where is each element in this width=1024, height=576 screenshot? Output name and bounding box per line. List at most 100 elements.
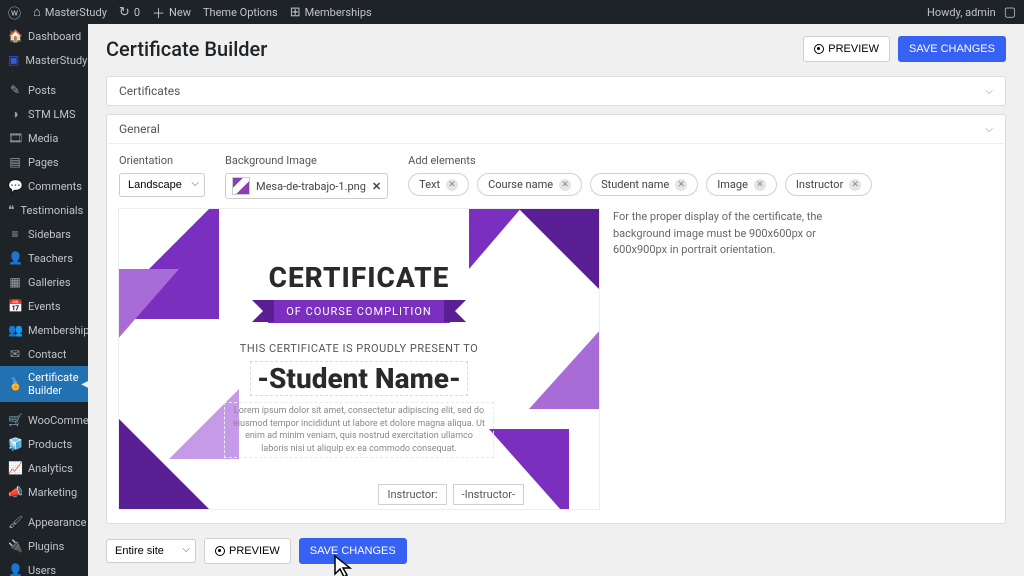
sidebar-item-label: Products <box>28 438 72 451</box>
menu-icon: ▣ <box>8 53 19 67</box>
sidebar-item-plugins[interactable]: 🔌Plugins <box>0 534 88 558</box>
site-link[interactable]: ⌂MasterStudy <box>33 4 107 20</box>
sidebar-item-contact[interactable]: ✉ Contact <box>0 342 88 366</box>
sidebar-item-label: WooCommerce <box>28 414 88 427</box>
add-element-student-name[interactable]: Student name✕ <box>590 173 698 196</box>
deco-triangle <box>119 269 179 349</box>
eye-icon <box>215 546 225 556</box>
main-content: Certificate Builder PREVIEW SAVE CHANGES… <box>88 24 1024 576</box>
sidebar-item-label: Appearance <box>28 516 87 529</box>
chip-action-icon: ✕ <box>446 179 458 191</box>
sidebar-item-label: Dashboard <box>28 30 81 43</box>
sidebar-item-products[interactable]: 🧊 Products <box>0 432 88 456</box>
certificate-canvas[interactable]: CERTIFICATE OF COURSE COMPLITION THIS CE… <box>119 209 599 509</box>
memberships-link[interactable]: ⊞Memberships <box>290 5 372 20</box>
chip-action-icon: ✕ <box>675 179 687 191</box>
sidebar-item-media[interactable]: 🎞Media <box>0 126 88 150</box>
menu-icon: 📈 <box>8 461 22 475</box>
sidebar-item-label: Marketing <box>28 486 77 499</box>
theme-options-link[interactable]: Theme Options <box>203 6 278 19</box>
bg-image-field[interactable]: Mesa-de-trabajo-1.png ✕ <box>225 173 388 199</box>
chip-action-icon: ✕ <box>754 179 766 191</box>
menu-icon: 🏅 <box>8 377 22 391</box>
deco-triangle <box>529 309 599 409</box>
orientation-select[interactable]: Landscape <box>119 173 205 197</box>
cert-body-text[interactable]: Lorem ipsum dolor sit amet, consectetur … <box>224 402 494 458</box>
footer-preview-button[interactable]: PREVIEW <box>204 538 291 564</box>
cert-ribbon[interactable]: OF COURSE COMPLITION <box>268 300 450 323</box>
sidebar-item-label: Memberships <box>28 324 88 337</box>
chip-action-icon: ✕ <box>559 179 571 191</box>
menu-icon: 💬 <box>8 179 22 193</box>
sidebar-item-marketing[interactable]: 📣Marketing <box>0 480 88 504</box>
sidebar-item-appearance[interactable]: 🖌 Appearance <box>0 510 88 534</box>
sidebar-item-label: Contact <box>28 348 66 361</box>
menu-icon: ✉ <box>8 347 22 361</box>
menu-icon: 👥 <box>8 323 22 337</box>
sidebar-item-galleries[interactable]: ▦Galleries <box>0 270 88 294</box>
sidebar-item-comments[interactable]: 💬Comments <box>0 174 88 198</box>
sidebar-item-label: Posts <box>28 84 56 97</box>
menu-icon: 🖌 <box>8 515 22 529</box>
sidebar-item-sidebars[interactable]: ≡Sidebars <box>0 222 88 246</box>
howdy-link[interactable]: Howdy, admin▢ <box>927 5 1016 20</box>
sidebar-item-certificate-builder[interactable]: 🏅Certificate Builder <box>0 366 88 402</box>
add-element-course-name[interactable]: Course name✕ <box>477 173 582 196</box>
general-panel: General⌵ Orientation Landscape Backgroun… <box>106 114 1006 524</box>
add-element-text[interactable]: Text✕ <box>408 173 469 196</box>
sidebar-item-masterstudy[interactable]: ▣MasterStudy <box>0 48 88 72</box>
sidebar-item-label: Teachers <box>28 252 73 265</box>
chip-action-icon: ✕ <box>849 179 861 191</box>
menu-icon: 🎞 <box>8 131 22 145</box>
sidebar-item-events[interactable]: 📅Events <box>0 294 88 318</box>
avatar-icon: ▢ <box>1004 5 1016 20</box>
deco-triangle <box>509 209 599 299</box>
sidebar-item-label: Pages <box>28 156 59 169</box>
new-link[interactable]: ＋New <box>152 3 191 22</box>
menu-icon: 👤 <box>8 251 22 265</box>
bg-thumb <box>232 177 250 195</box>
menu-icon: ▤ <box>8 155 22 169</box>
sidebar-item-analytics[interactable]: 📈 Analytics <box>0 456 88 480</box>
add-element-instructor[interactable]: Instructor✕ <box>785 173 872 196</box>
add-element-image[interactable]: Image✕ <box>706 173 777 196</box>
menu-icon: 🏠 <box>8 29 22 43</box>
scope-select[interactable]: Entire site <box>106 539 196 563</box>
chevron-down-icon: ⌵ <box>985 86 993 97</box>
menu-icon: 🧊 <box>8 437 22 451</box>
page-title: Certificate Builder <box>106 37 267 61</box>
cert-title[interactable]: CERTIFICATE <box>269 261 450 294</box>
sidebar-item-posts[interactable]: ✎ Posts <box>0 78 88 102</box>
certificates-panel-header[interactable]: Certificates⌵ <box>107 77 1005 105</box>
sidebar-item-users[interactable]: 👤Users <box>0 558 88 576</box>
menu-icon: 🛒 <box>8 413 22 427</box>
cert-student-name[interactable]: -Student Name- <box>250 361 468 396</box>
save-button[interactable]: SAVE CHANGES <box>898 36 1006 62</box>
sidebar-item-stm-lms[interactable]: ◑STM LMS <box>0 102 88 126</box>
bg-label: Background Image <box>225 154 388 167</box>
general-panel-header[interactable]: General⌵ <box>107 115 1005 144</box>
eye-icon <box>814 44 824 54</box>
sidebar-item-memberships[interactable]: 👥 Memberships <box>0 318 88 342</box>
updates-link[interactable]: ↻0 <box>119 5 140 20</box>
menu-icon: ❝ <box>8 203 14 217</box>
certificates-panel: Certificates⌵ <box>106 76 1006 106</box>
sidebar-item-teachers[interactable]: 👤 Teachers <box>0 246 88 270</box>
menu-icon: ✎ <box>8 83 22 97</box>
sidebar-item-dashboard[interactable]: 🏠 Dashboard <box>0 24 88 48</box>
sidebar-item-label: Analytics <box>28 462 73 475</box>
menu-icon: 🔌 <box>8 539 22 553</box>
footer-save-button[interactable]: SAVE CHANGES <box>299 538 407 564</box>
sidebar-item-woocommerce[interactable]: 🛒 WooCommerce <box>0 408 88 432</box>
cert-instructor-label[interactable]: Instructor: <box>378 484 446 505</box>
sidebar-item-label: Galleries <box>28 276 71 289</box>
sidebar-item-testimonials[interactable]: ❝Testimonials <box>0 198 88 222</box>
bg-remove-icon[interactable]: ✕ <box>372 180 381 193</box>
wp-logo[interactable]: ⓦ <box>8 3 21 22</box>
preview-button[interactable]: PREVIEW <box>803 36 890 62</box>
cert-instructor-value[interactable]: -Instructor- <box>453 484 524 505</box>
cert-present-line[interactable]: THIS CERTIFICATE IS PROUDLY PRESENT TO <box>240 341 478 355</box>
menu-icon: 📅 <box>8 299 22 313</box>
sidebar-item-pages[interactable]: ▤ Pages <box>0 150 88 174</box>
sidebar-item-label: Users <box>28 564 56 576</box>
